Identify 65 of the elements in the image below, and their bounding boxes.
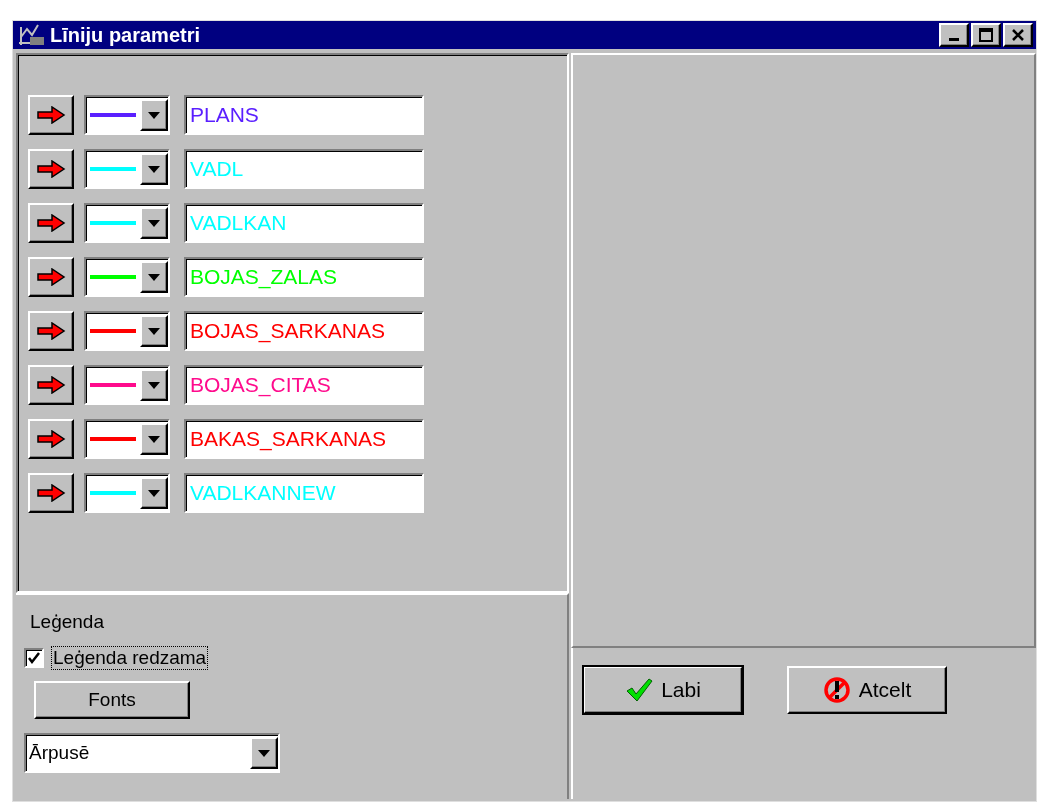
arrow-right-icon [36,160,66,178]
arrow-right-icon [36,376,66,394]
caret-icon [148,435,160,443]
caret-icon [148,273,160,281]
line-color-dropdown[interactable] [84,149,170,189]
dropdown-button[interactable] [140,261,168,293]
cancel-button[interactable]: Atcelt [787,666,947,714]
line-name-field[interactable]: PLANS [184,95,424,135]
close-icon [1011,28,1025,42]
prohibited-icon [822,676,851,704]
minimize-icon [949,37,959,41]
minimize-button[interactable] [939,23,969,47]
checkbox[interactable] [24,648,44,668]
line-color-dropdown[interactable] [84,419,170,459]
dropdown-button[interactable] [140,153,168,185]
dropdown-button[interactable] [140,99,168,131]
dropdown-button[interactable] [140,369,168,401]
line-color-dropdown[interactable] [84,365,170,405]
dropdown-button[interactable] [140,423,168,455]
position-dropdown[interactable]: Ārpusē [24,733,280,773]
arrow-right-icon [36,484,66,502]
arrow-right-icon [36,268,66,286]
ok-button[interactable]: Labi [583,666,743,714]
line-name-field[interactable]: BOJAS_CITAS [184,365,424,405]
dropdown-button[interactable] [140,477,168,509]
legend-label: Leģenda [30,611,105,633]
window-title: Līniju parametri [50,23,201,47]
maximize-icon [979,28,993,42]
dropdown-button[interactable] [250,737,278,769]
arrow-right-icon [36,214,66,232]
caret-icon [148,111,160,119]
line-color-dropdown[interactable] [84,311,170,351]
arrow-right-icon [36,322,66,340]
caret-icon [148,489,160,497]
line-name-field[interactable]: BAKAS_SARKANAS [184,419,424,459]
caret-icon [148,219,160,227]
checkmark-icon [27,651,41,665]
arrow-button[interactable] [28,203,74,243]
arrow-right-icon [36,106,66,124]
line-color-dropdown[interactable] [84,203,170,243]
caret-icon [148,165,160,173]
maximize-button[interactable] [971,23,1001,47]
arrow-button[interactable] [28,257,74,297]
caret-icon [258,749,270,757]
caret-icon [148,327,160,335]
arrow-button[interactable] [28,365,74,405]
line-color-dropdown[interactable] [84,257,170,297]
dropdown-value: Ārpusē [29,742,90,764]
arrow-button[interactable] [28,473,74,513]
arrow-button[interactable] [28,311,74,351]
arrow-right-icon [36,430,66,448]
dropdown-button[interactable] [140,315,168,347]
caret-icon [148,381,160,389]
checkmark-icon [625,677,654,703]
line-color-dropdown[interactable] [84,473,170,513]
close-button[interactable] [1003,23,1033,47]
dropdown-button[interactable] [140,207,168,239]
line-name-field[interactable]: BOJAS_SARKANAS [184,311,424,351]
chart-icon [16,23,46,47]
fonts-button[interactable]: Fonts [34,681,190,719]
arrow-button[interactable] [28,419,74,459]
checkbox-label[interactable]: Leģenda redzama [52,647,208,669]
line-color-dropdown[interactable] [84,95,170,135]
arrow-button[interactable] [28,95,74,135]
arrow-button[interactable] [28,149,74,189]
